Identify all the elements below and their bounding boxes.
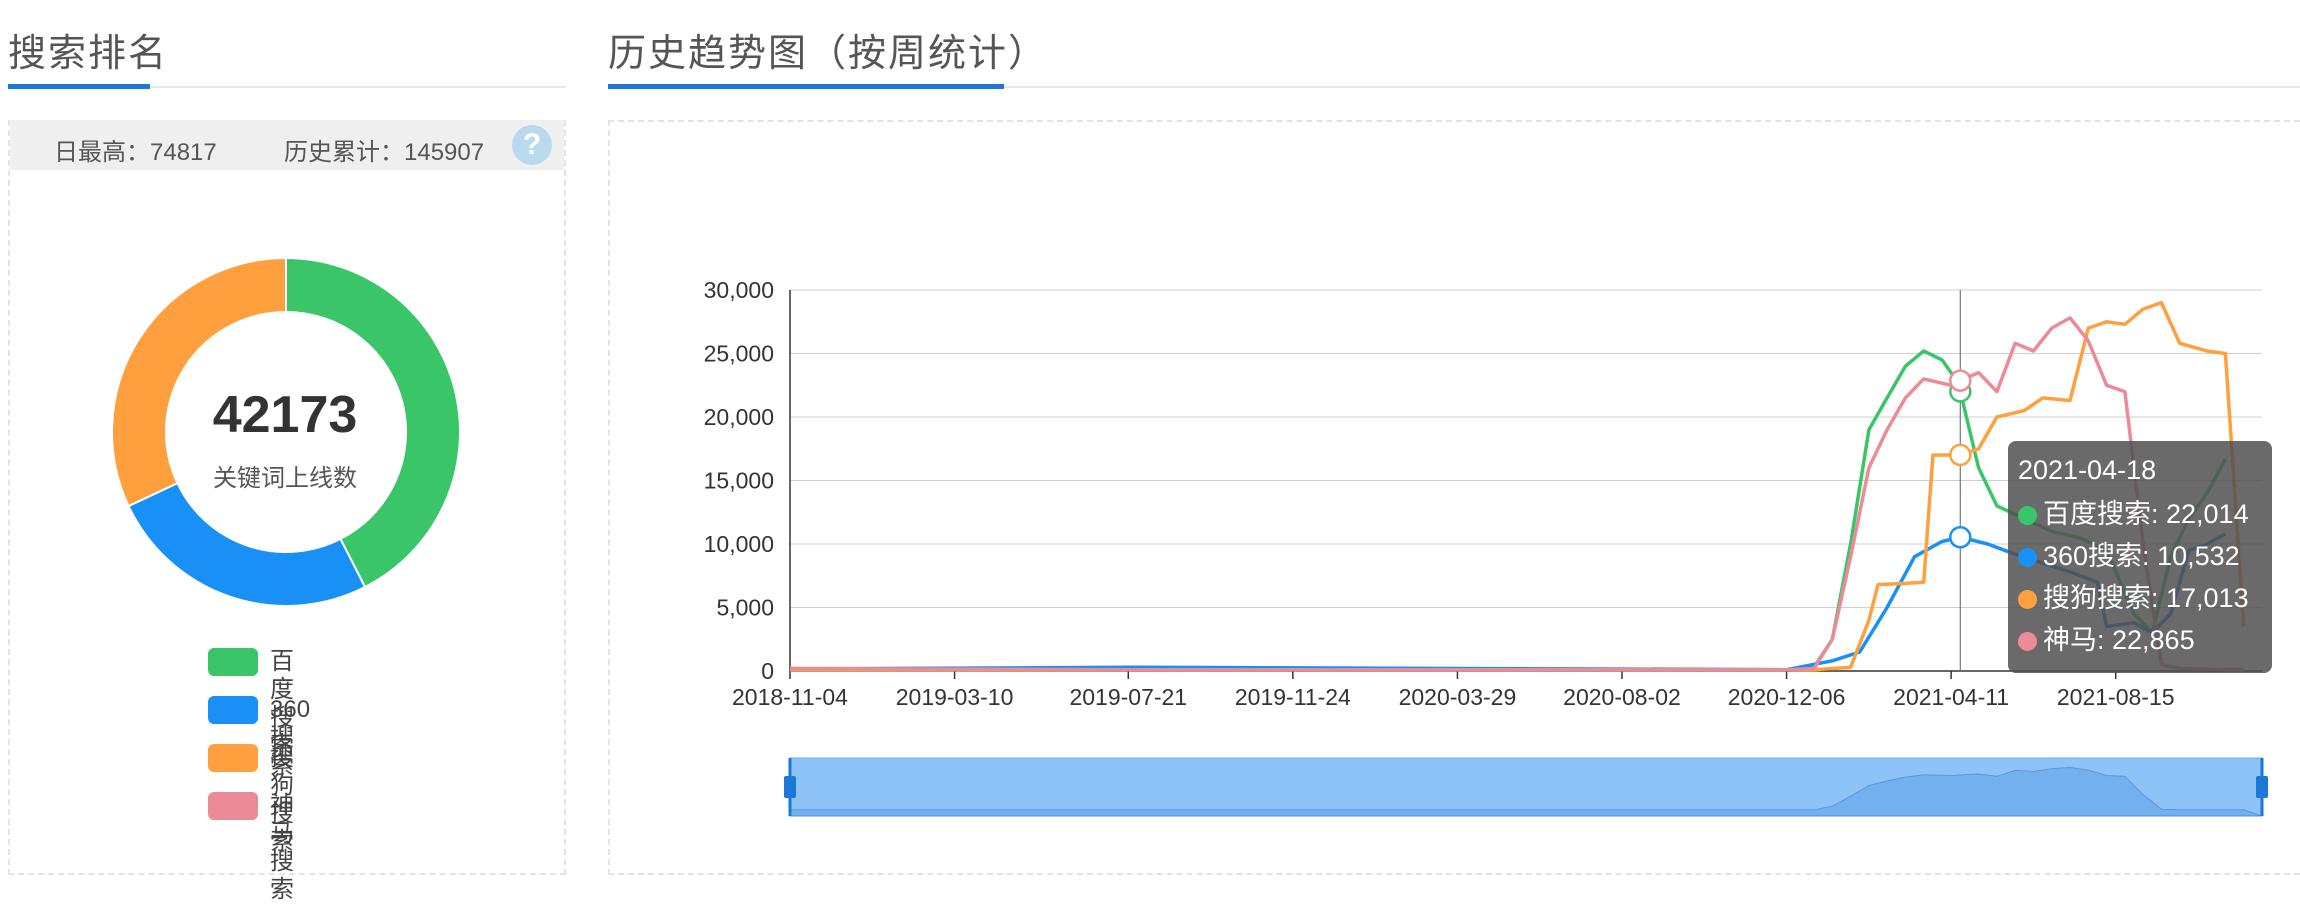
- x-tick-label: 2018-11-04: [732, 684, 848, 710]
- tooltip-row: 百度搜索: 22,014: [2018, 493, 2262, 535]
- y-tick-label: 0: [761, 658, 774, 684]
- x-tick-label: 2020-12-06: [1728, 684, 1846, 710]
- tooltip-row: 神马: 22,865: [2018, 619, 2262, 661]
- y-tick-label: 30,000: [704, 277, 774, 303]
- x-tick-label: 2021-04-11: [1893, 684, 2009, 710]
- x-tick-label: 2019-07-21: [1069, 684, 1187, 710]
- chart-tooltip: 2021-04-18 百度搜索: 22,014 360搜索: 10,532 搜狗…: [2008, 441, 2272, 673]
- y-tick-label: 20,000: [704, 404, 774, 430]
- hover-point: [1949, 443, 1972, 467]
- hover-point: [1949, 369, 1972, 392]
- trend-line-chart[interactable]: 0 5,000 10,000 15,000 20,000 25,000 30,000 2018…: [0, 0, 2300, 876]
- tooltip-row: 360搜索: 10,532: [2018, 535, 2262, 577]
- tooltip-dot: [2018, 632, 2037, 651]
- y-tick-label: 10,000: [704, 531, 774, 557]
- y-tick-label: 25,000: [704, 341, 774, 367]
- tooltip-row-label: 搜狗搜索: 17,013: [2043, 583, 2249, 613]
- tooltip-dot: [2018, 506, 2037, 525]
- tooltip-row-label: 神马: 22,865: [2043, 625, 2195, 655]
- tooltip-row-label: 360搜索: 10,532: [2043, 541, 2240, 571]
- tooltip-date: 2021-04-18: [2018, 455, 2157, 485]
- tooltip-row: 搜狗搜索: 17,013: [2018, 577, 2262, 619]
- x-tick-label: 2019-11-24: [1235, 684, 1351, 710]
- x-tick-label: 2020-08-02: [1563, 684, 1681, 710]
- x-tick-label: 2019-03-10: [896, 684, 1014, 710]
- x-tick-label: 2021-08-15: [2057, 684, 2175, 710]
- x-tick-label: 2020-03-29: [1399, 684, 1517, 710]
- y-tick-label: 15,000: [704, 468, 774, 494]
- tooltip-dot: [2018, 590, 2037, 609]
- y-tick-label: 5,000: [716, 595, 774, 621]
- tooltip-dot: [2018, 548, 2037, 567]
- tooltip-row-label: 百度搜索: 22,014: [2043, 499, 2249, 529]
- hover-point: [1949, 525, 1972, 549]
